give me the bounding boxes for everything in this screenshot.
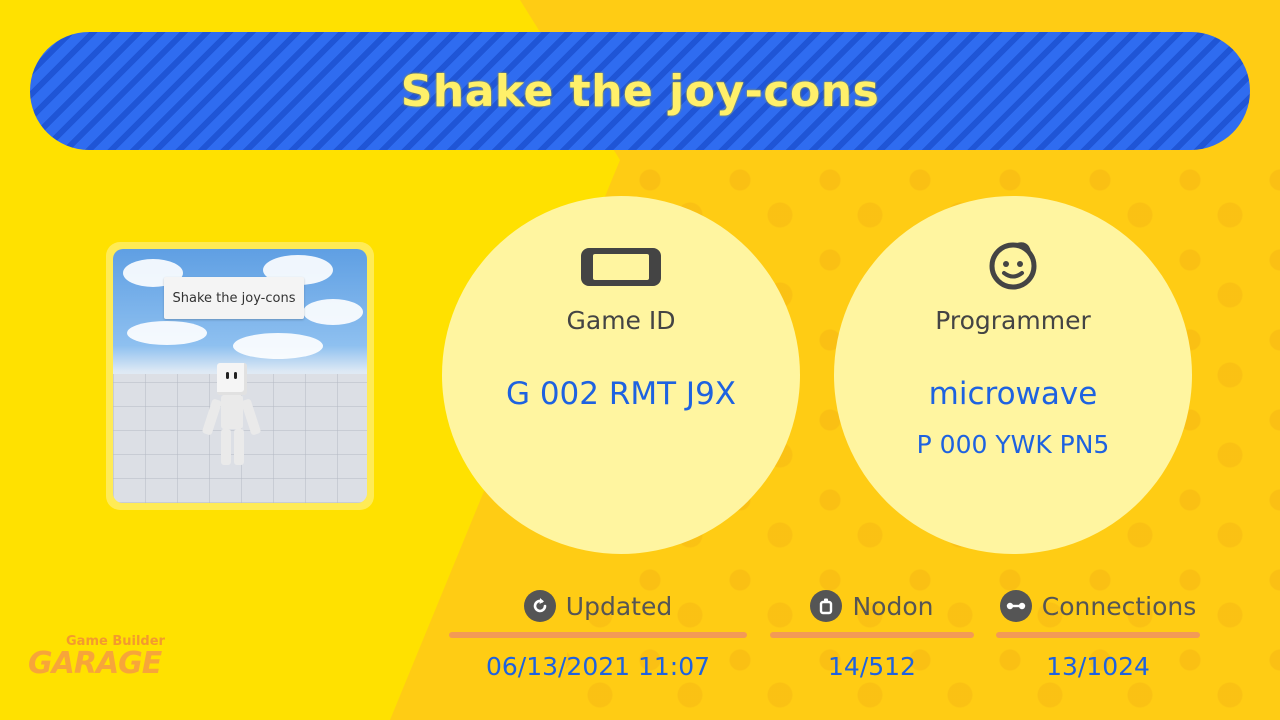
title-banner: Shake the joy-cons	[30, 32, 1250, 150]
programmer-panel: Programmer microwave P 000 YWK PN5	[834, 196, 1192, 554]
connections-value: 13/1024	[1046, 652, 1150, 681]
logo-line2: GARAGE	[28, 646, 162, 681]
refresh-icon	[523, 590, 556, 622]
game-title: Shake the joy-cons	[400, 65, 880, 117]
nodon-icon	[810, 590, 843, 622]
connection-icon	[999, 590, 1032, 622]
thumbnail-sign: Shake the joy-cons	[164, 277, 304, 319]
cloud	[303, 299, 363, 325]
robot-leg	[234, 429, 244, 465]
robot-eye	[226, 372, 229, 379]
connections-stat: Connections 13/1024	[996, 588, 1200, 681]
game-id-value: G 002 RMT J9X	[505, 376, 737, 412]
robot-head	[217, 363, 247, 395]
updated-stat: Updated 06/13/2021 11:07	[449, 588, 747, 681]
nodon-underline	[770, 632, 974, 638]
robot-body	[221, 395, 243, 429]
updated-label: Updated	[565, 591, 673, 621]
nodon-label: Nodon	[852, 591, 934, 621]
nodon-stat: Nodon 14/512	[770, 588, 974, 681]
cloud	[127, 321, 207, 345]
connections-label: Connections	[1041, 591, 1197, 621]
nodon-value: 14/512	[828, 652, 916, 681]
smiley-face-icon	[989, 242, 1037, 290]
updated-value: 06/13/2021 11:07	[485, 652, 711, 681]
connections-underline	[996, 632, 1200, 638]
programmer-label: Programmer	[935, 306, 1091, 335]
cloud	[233, 333, 323, 359]
programmer-name: microwave	[928, 376, 1098, 412]
robot-eye	[234, 372, 237, 379]
game-id-label: Game ID	[566, 306, 676, 335]
switch-console-icon	[581, 248, 661, 286]
programmer-id: P 000 YWK PN5	[916, 430, 1110, 459]
game-id-panel: Game ID G 002 RMT J9X	[442, 196, 800, 554]
updated-underline	[449, 632, 747, 638]
robot-leg	[221, 429, 231, 465]
game-thumbnail: Shake the joy-cons	[113, 249, 367, 503]
